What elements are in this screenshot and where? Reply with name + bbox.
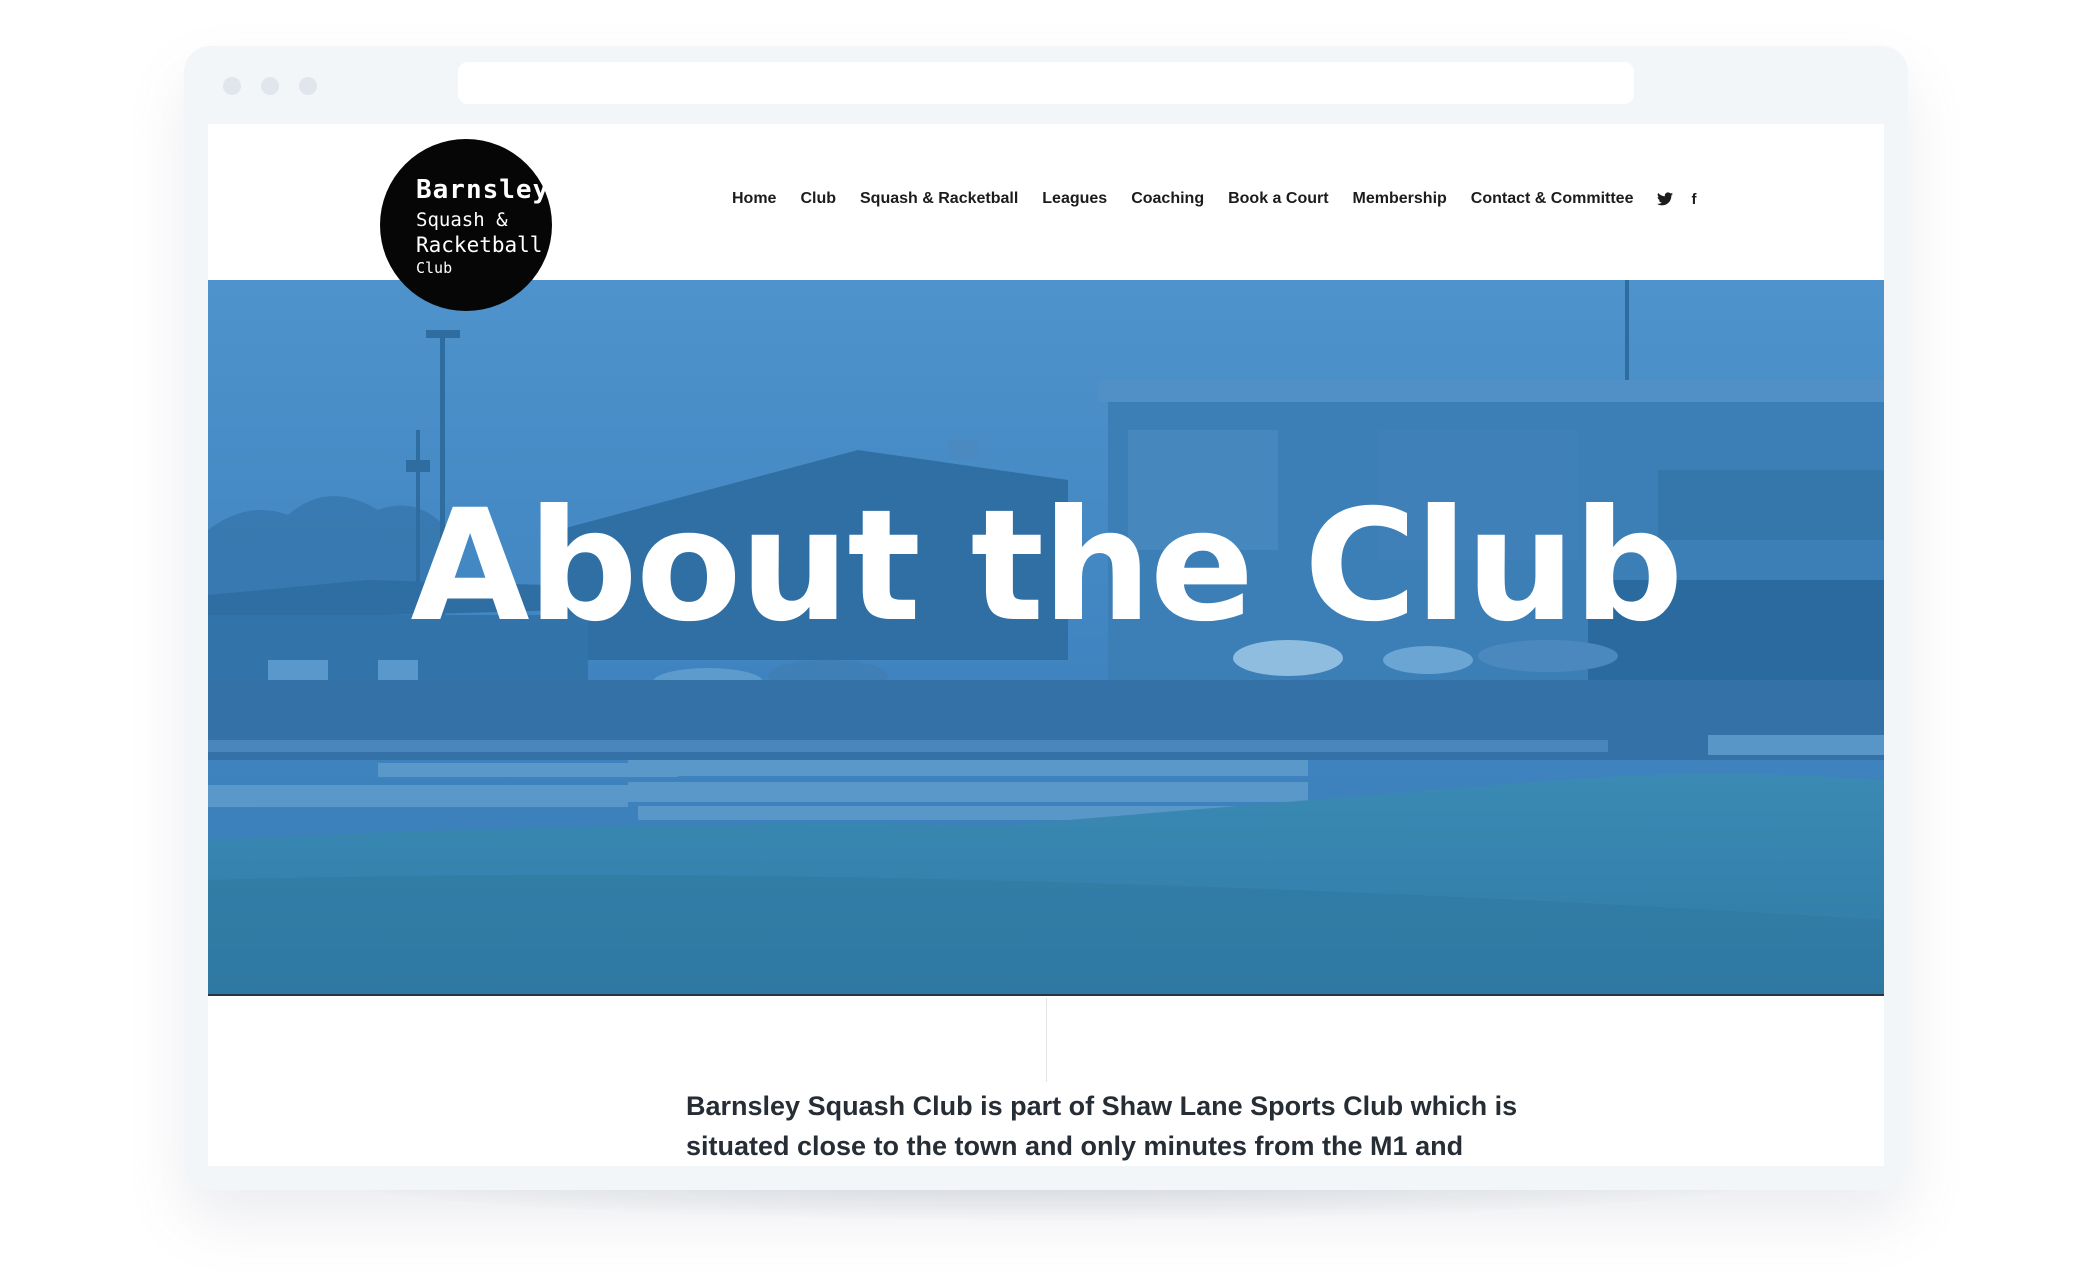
logo-text-barnsley: Barnsley [416,175,550,205]
page-title: About the Club [410,477,1683,656]
window-dot-minimize[interactable] [261,77,279,95]
facebook-icon[interactable]: f [1691,191,1696,208]
window-dot-close[interactable] [223,77,241,95]
window-dot-maximize[interactable] [299,77,317,95]
logo-text-racketball: Racketball [416,233,543,257]
page-viewport: Barnsley Squash & Racketball Club Home C… [208,124,1884,1166]
hero-banner: About the Club [208,280,1884,996]
nav-book-a-court[interactable]: Book a Court [1228,190,1328,208]
intro-line-2: situated close to the town and only minu… [686,1131,1464,1161]
site-header: Barnsley Squash & Racketball Club Home C… [208,124,1884,311]
logo-text-squash: Squash & [416,209,508,231]
nav-squash-racketball[interactable]: Squash & Racketball [860,190,1018,208]
nav-leagues[interactable]: Leagues [1042,190,1107,208]
nav-contact-committee[interactable]: Contact & Committee [1471,190,1634,208]
browser-window: Barnsley Squash & Racketball Club Home C… [184,46,1908,1190]
club-logo[interactable]: Barnsley Squash & Racketball Club [380,139,552,311]
nav-club[interactable]: Club [800,190,836,208]
nav-membership[interactable]: Membership [1353,190,1447,208]
logo-text-club: Club [416,259,453,277]
intro-line-1: Barnsley Squash Club is part of Shaw Lan… [686,1091,1518,1121]
twitter-icon[interactable] [1657,191,1674,207]
intro-paragraph: Barnsley Squash Club is part of Shaw Lan… [686,1086,1586,1166]
nav-coaching[interactable]: Coaching [1131,190,1204,208]
content-section: Barnsley Squash Club is part of Shaw Lan… [208,998,1884,1166]
section-divider [1046,998,1047,1082]
main-navigation: Home Club Squash & Racketball Leagues Co… [732,186,1696,212]
address-bar[interactable] [458,62,1634,104]
nav-home[interactable]: Home [732,190,776,208]
